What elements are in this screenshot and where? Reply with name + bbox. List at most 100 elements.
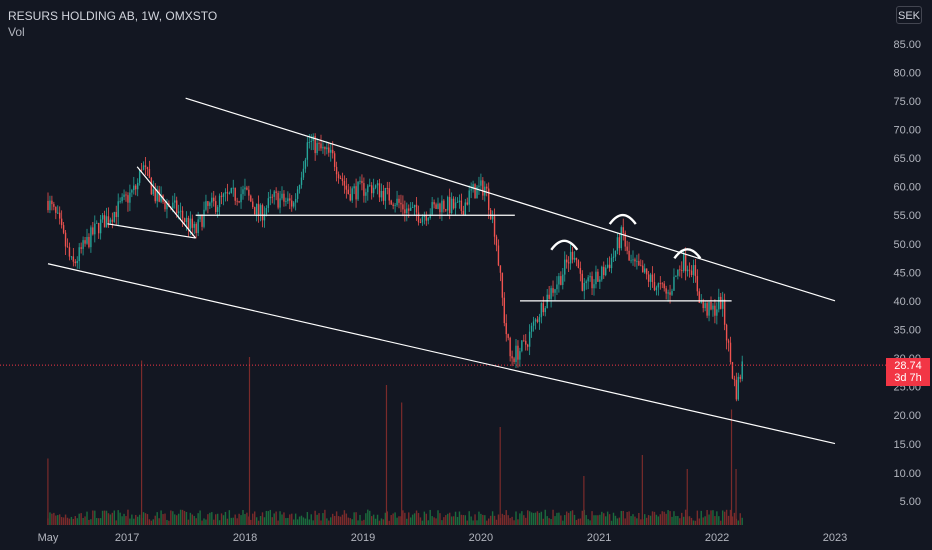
volume-bar: [390, 515, 392, 525]
volume-bar: [408, 512, 410, 525]
candle-body: [248, 189, 250, 196]
volume-bar: [681, 512, 683, 525]
time-tick-label: 2019: [351, 532, 375, 544]
volume-bar: [82, 517, 84, 525]
volume-bar: [694, 520, 697, 525]
candle-body: [493, 216, 496, 237]
volume-bar: [137, 516, 139, 525]
candle-body: [293, 202, 295, 207]
volume-bar: [710, 510, 712, 525]
volume-bar: [369, 510, 371, 525]
candle-body: [737, 376, 739, 400]
volume-bar: [603, 513, 605, 525]
volume-bar: [234, 514, 236, 525]
candle-body: [741, 361, 743, 379]
candle-body: [115, 212, 117, 218]
volume-bar: [638, 512, 640, 525]
volume-bar: [156, 512, 158, 525]
candle-body: [515, 345, 517, 362]
candle-body: [152, 189, 154, 195]
volume-bar: [452, 516, 455, 525]
volume-spike: [641, 455, 643, 525]
candle-body: [482, 180, 484, 196]
candle-body: [281, 193, 283, 199]
candle-body: [76, 261, 78, 264]
volume-bar: [294, 513, 297, 525]
head-arc: [608, 213, 637, 225]
volume-bar: [271, 517, 273, 525]
volume-bar: [723, 511, 726, 525]
time-axis[interactable]: May 2017 2018 2019 2020 2021 2022 2023: [38, 532, 848, 544]
volume-bar: [189, 512, 192, 525]
volume-bar: [388, 520, 390, 525]
volume-bar: [220, 513, 223, 525]
volume-bar: [55, 515, 57, 525]
volume-bar: [550, 519, 552, 525]
volume-bar: [599, 514, 601, 525]
candle-body: [562, 274, 564, 285]
volume-bar: [632, 514, 634, 525]
candle-body: [187, 217, 190, 230]
volume-bar: [573, 514, 576, 525]
candle-body: [610, 257, 613, 269]
volume-bar: [59, 514, 61, 525]
candle-body: [70, 256, 73, 258]
volume-spike: [583, 476, 585, 525]
candle-body: [135, 185, 137, 190]
candle-body: [606, 264, 609, 268]
volume-bar: [501, 513, 504, 525]
volume-bar: [57, 515, 59, 525]
volume-bar: [168, 520, 170, 525]
volume-bar: [353, 512, 355, 525]
currency-button[interactable]: SEK: [896, 6, 922, 24]
volume-bar: [302, 517, 305, 525]
candle-body: [505, 323, 507, 335]
price-chart[interactable]: 5.0010.0015.0020.0025.0030.0035.0040.004…: [0, 0, 932, 550]
volume-bar: [275, 511, 277, 525]
volume-bar: [105, 510, 108, 525]
candle-body: [55, 206, 57, 213]
candle-body: [302, 168, 305, 178]
candle-body: [185, 217, 188, 223]
volume-bar: [663, 511, 665, 525]
volume-bar: [332, 513, 334, 525]
candle-body: [179, 210, 182, 212]
candle-body: [271, 196, 273, 198]
candle-body: [273, 191, 275, 197]
volume-bar: [706, 509, 708, 525]
price-axis[interactable]: 5.0010.0015.0020.0025.0030.0035.0040.004…: [893, 39, 921, 508]
volume-bar: [98, 518, 100, 525]
candle-body: [567, 262, 570, 264]
candle-body: [552, 288, 554, 293]
candle-body: [164, 201, 166, 210]
candle-body: [558, 276, 560, 285]
candle-body: [415, 204, 418, 213]
candle-body: [573, 257, 576, 260]
volume-bar: [66, 517, 69, 525]
volume-bar: [199, 510, 201, 525]
volume-bar: [279, 511, 281, 525]
volume-bar: [183, 510, 186, 525]
candle-body: [376, 183, 379, 186]
volume-bar: [283, 512, 285, 525]
candle-body: [649, 274, 652, 282]
volume-spike: [248, 357, 251, 525]
candle-body: [503, 297, 505, 324]
volume-bar: [431, 516, 433, 525]
candle-body: [486, 186, 488, 189]
volume-bar: [618, 517, 621, 525]
candle-body: [501, 272, 504, 298]
volume-bar: [115, 520, 117, 525]
volume-bar: [671, 516, 673, 525]
volume-bar: [450, 516, 453, 525]
volume-bar: [209, 512, 211, 525]
volume-bar: [404, 512, 406, 525]
volume-bar: [622, 510, 624, 525]
candle-body: [450, 198, 453, 213]
candle-body: [718, 296, 720, 310]
volume-bar: [716, 511, 718, 525]
candle-body: [148, 169, 151, 178]
candle-body: [566, 259, 568, 263]
volume-bar: [298, 516, 301, 525]
volume-bar: [335, 511, 338, 525]
